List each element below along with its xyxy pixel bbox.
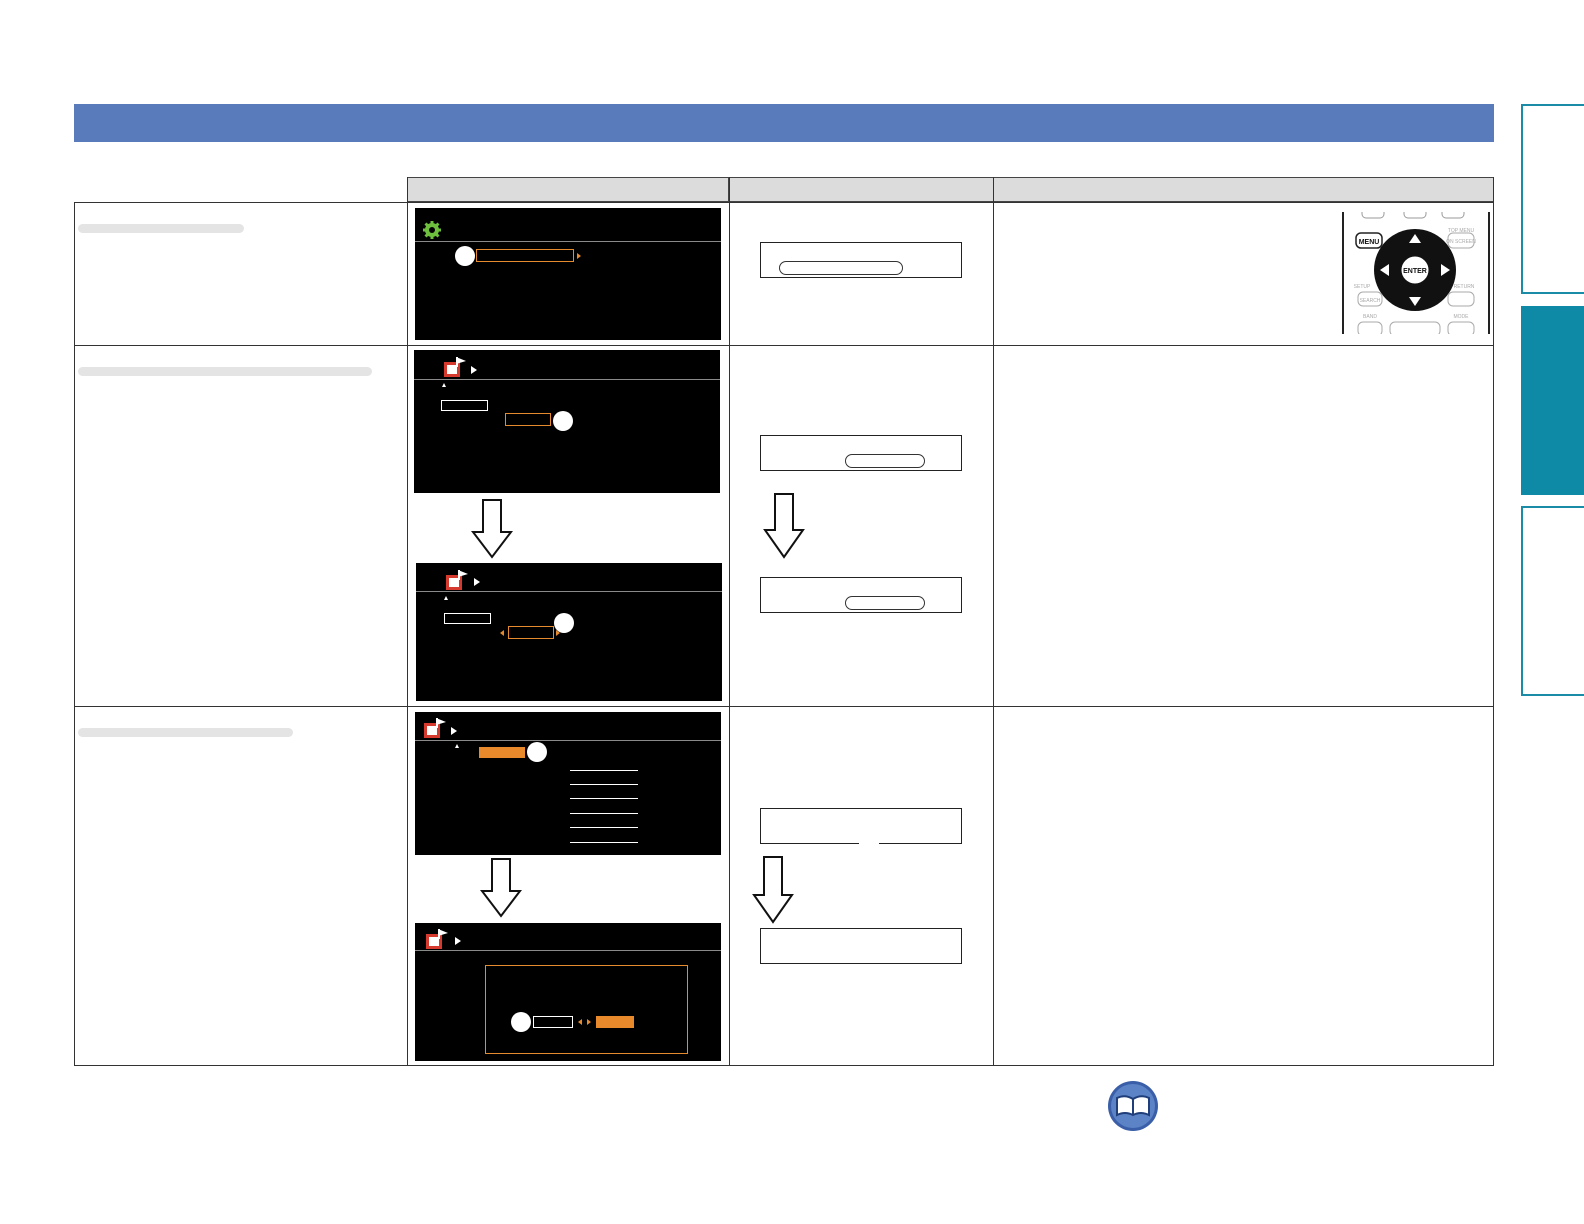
remote-control-illustration: MENU ENTER TOP MENU ON SCREEN SETUP RETU… [1342,212,1491,334]
front-display [760,242,962,278]
front-display [760,577,962,613]
front-display [760,808,962,844]
menu-highlight [508,626,554,639]
column-header-display [729,177,994,202]
side-tab-top[interactable] [1521,104,1584,294]
osd-screen-music-menu-b [416,563,722,701]
step-marker [527,742,547,762]
row-label-placeholder [78,728,293,737]
search-label: SEARCH [1360,298,1381,304]
side-tab-active[interactable] [1521,306,1584,495]
front-display [760,435,962,471]
row-label-placeholder [78,224,244,233]
osd-screen-music-list [415,712,721,855]
music-video-icon [424,718,446,738]
down-arrow-icon [763,493,805,559]
table-left-border [74,202,75,1066]
column-divider [729,177,730,1066]
display-text-segment [845,596,925,610]
music-video-icon [446,570,468,590]
menu-arrow [577,253,581,259]
return-label: RETURN [1454,284,1475,290]
menu-highlight [479,747,525,758]
front-display [760,928,962,964]
row-label-placeholder [78,367,372,376]
step-marker [511,1012,531,1032]
step-marker [554,613,574,633]
top-menu-label: TOP MENU [1448,228,1475,234]
down-arrow-icon [480,858,522,918]
down-arrow-icon [752,856,794,924]
mode-label: MODE [1454,314,1470,320]
step-marker [553,411,573,431]
enter-button-label[interactable]: ENTER [1403,268,1427,275]
display-text-segment [779,261,903,275]
osd-screen-setup-menu [415,208,721,340]
row-divider [74,706,1494,707]
column-header-screen [407,177,729,202]
menu-highlight [505,413,551,426]
side-tab-bottom[interactable] [1521,506,1584,696]
dialog-frame [485,965,688,1054]
menu-highlight [476,249,574,262]
down-arrow-icon [471,499,513,559]
music-video-icon [444,357,466,377]
on-screen-label: ON SCREEN [1446,239,1476,245]
dialog-option-highlight [596,1016,634,1028]
row-divider [74,345,1494,346]
menu-item-selected [441,400,488,411]
osd-screen-music-menu-a [414,350,720,493]
column-header-notes [993,177,1494,202]
menu-button-label[interactable]: MENU [1359,239,1380,246]
table-bottom-border [74,1065,1494,1066]
column-divider [993,177,994,1066]
dialog-option [533,1016,573,1028]
band-label: BAND [1363,314,1377,320]
section-title-banner [74,104,1494,142]
display-text-segment [845,454,925,468]
column-divider [407,177,408,1066]
menu-item-selected [444,613,491,624]
gear-icon [423,221,441,239]
step-marker [455,246,475,266]
book-icon[interactable] [1107,1080,1159,1132]
setup-label: SETUP [1354,284,1371,290]
music-video-icon [426,929,448,949]
table-right-border [1493,177,1494,1066]
osd-screen-dialog [415,923,721,1061]
table-top-border [74,202,1494,203]
